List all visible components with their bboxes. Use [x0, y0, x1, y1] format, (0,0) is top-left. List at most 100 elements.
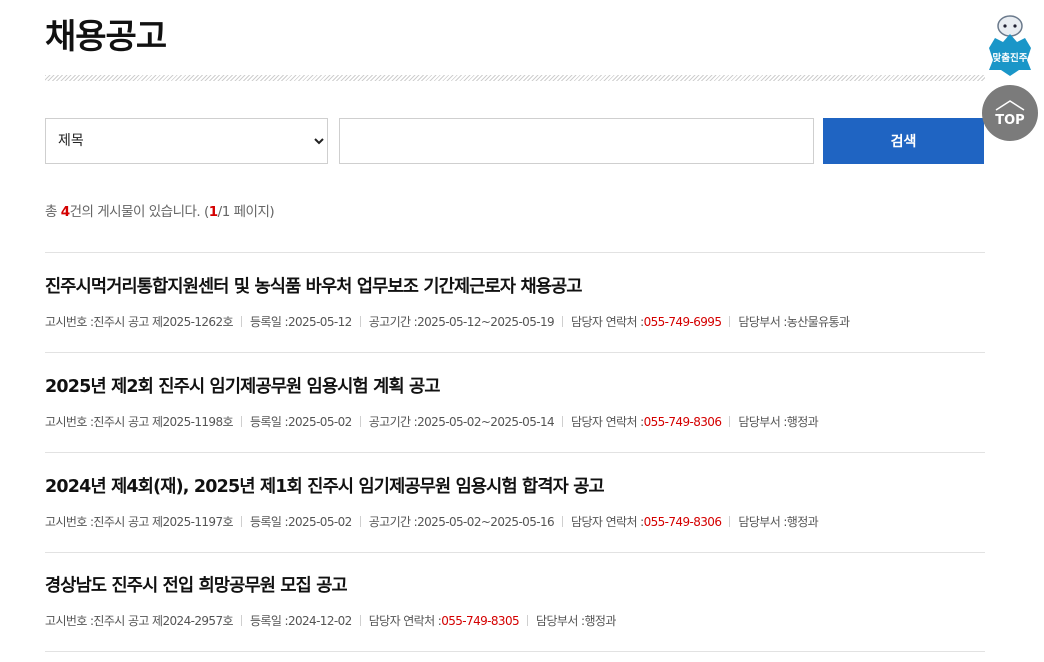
- title-divider: [45, 75, 985, 81]
- meta-divider: [562, 516, 564, 527]
- meta-divider: [240, 615, 242, 626]
- meta-label: 등록일 :: [249, 515, 289, 529]
- meta-notice-no: 고시번호 : 진주시 공고 제2025-1197호: [45, 513, 234, 530]
- mascot-badge-graphic: 맞춤진주: [989, 15, 1031, 76]
- meta-value: 2024-12-02: [287, 613, 352, 628]
- post-meta: 고시번호 : 진주시 공고 제2024-2957호 등록일 : 2024-12-…: [45, 612, 616, 629]
- page: 채용공고 제목 검색 총 4건의 게시물이 있습니다. (1/1 페이지) 진주…: [0, 0, 1044, 662]
- meta-registered: 등록일 : 2025-05-02: [250, 413, 352, 430]
- badge-label: 맞춤진주: [993, 52, 1028, 64]
- list-item: 경상남도 진주시 전입 희망공무원 모집 공고 고시번호 : 진주시 공고 제2…: [45, 552, 985, 652]
- meta-value: 진주시 공고 제2025-1262호: [93, 315, 233, 329]
- meta-value: 2025-05-02~2025-05-16: [417, 514, 555, 529]
- meta-label: 공고기간 :: [368, 415, 418, 429]
- meta-contact: 담당자 연락처 : 055-749-6995: [571, 313, 722, 330]
- meta-divider: [729, 316, 731, 327]
- meta-department: 담당부서 : 농산물유통과: [738, 313, 850, 330]
- page-tail: /1 페이지): [217, 204, 275, 220]
- meta-department: 담당부서 : 행정과: [536, 612, 616, 629]
- meta-label: 공고기간 :: [368, 315, 418, 329]
- meta-value: 진주시 공고 제2025-1198호: [93, 415, 233, 429]
- post-title-link[interactable]: 2025년 제2회 진주시 임기제공무원 임용시험 계획 공고: [45, 373, 440, 398]
- meta-label: 담당자 연락처 :: [571, 515, 644, 529]
- meta-divider: [240, 316, 242, 327]
- meta-value: 농산물유통과: [786, 315, 850, 329]
- list-item: 진주시먹거리통합지원센터 및 농식품 바우처 업무보조 기간제근로자 채용공고 …: [45, 253, 985, 353]
- meta-notice-no: 고시번호 : 진주시 공고 제2025-1262호: [45, 313, 234, 330]
- mascot-badge-icon[interactable]: 맞춤진주: [983, 14, 1037, 78]
- meta-divider: [359, 316, 361, 327]
- meta-contact: 담당자 연락처 : 055-749-8306: [571, 513, 722, 530]
- post-title-link[interactable]: 2024년 제4회(재), 2025년 제1회 진주시 임기제공무원 임용시험 …: [45, 473, 605, 498]
- meta-period: 공고기간 : 2025-05-02~2025-05-14: [368, 413, 555, 430]
- meta-divider: [562, 416, 564, 427]
- meta-label: 담당부서 :: [738, 415, 787, 429]
- meta-divider: [359, 516, 361, 527]
- meta-label: 담당자 연락처 :: [368, 614, 442, 628]
- meta-registered: 등록일 : 2025-05-12: [250, 313, 352, 330]
- meta-divider: [359, 416, 361, 427]
- contact-phone: 055-749-8305: [441, 613, 520, 628]
- chevron-up-icon: [995, 99, 1025, 111]
- count-suffix: 건의 게시물이 있습니다. (: [69, 204, 210, 220]
- scroll-top-button[interactable]: TOP: [982, 85, 1038, 141]
- search-field-select[interactable]: 제목: [45, 118, 328, 164]
- meta-department: 담당부서 : 행정과: [738, 513, 818, 530]
- search-input[interactable]: [339, 118, 814, 164]
- meta-value: 2025-05-02: [287, 414, 352, 429]
- meta-divider: [240, 516, 242, 527]
- post-meta: 고시번호 : 진주시 공고 제2025-1197호 등록일 : 2025-05-…: [45, 513, 819, 530]
- meta-value: 2025-05-02: [287, 514, 352, 529]
- meta-value: 진주시 공고 제2025-1197호: [93, 515, 233, 529]
- list-item: 2024년 제4회(재), 2025년 제1회 진주시 임기제공무원 임용시험 …: [45, 453, 985, 553]
- meta-value: 행정과: [786, 415, 819, 429]
- meta-contact: 담당자 연락처 : 055-749-8305: [368, 612, 520, 629]
- meta-label: 고시번호 :: [45, 315, 94, 329]
- meta-value: 행정과: [786, 515, 819, 529]
- count-total: 4: [60, 204, 70, 220]
- contact-phone: 055-749-8306: [643, 414, 722, 429]
- post-meta: 고시번호 : 진주시 공고 제2025-1262호 등록일 : 2025-05-…: [45, 313, 850, 330]
- meta-value: 2025-05-12: [287, 314, 352, 329]
- meta-label: 담당자 연락처 :: [571, 315, 644, 329]
- meta-value: 2025-05-02~2025-05-14: [417, 414, 555, 429]
- result-count: 총 4건의 게시물이 있습니다. (1/1 페이지): [45, 200, 275, 220]
- post-meta: 고시번호 : 진주시 공고 제2025-1198호 등록일 : 2025-05-…: [45, 413, 819, 430]
- meta-label: 등록일 :: [249, 415, 289, 429]
- meta-period: 공고기간 : 2025-05-12~2025-05-19: [368, 313, 555, 330]
- post-title-link[interactable]: 진주시먹거리통합지원센터 및 농식품 바우처 업무보조 기간제근로자 채용공고: [45, 273, 582, 298]
- contact-phone: 055-749-6995: [643, 314, 722, 329]
- meta-label: 담당부서 :: [738, 315, 787, 329]
- meta-divider: [729, 416, 731, 427]
- meta-label: 등록일 :: [249, 614, 289, 628]
- meta-period: 공고기간 : 2025-05-02~2025-05-16: [368, 513, 555, 530]
- contact-phone: 055-749-8306: [643, 514, 722, 529]
- meta-department: 담당부서 : 행정과: [738, 413, 818, 430]
- current-page: 1: [208, 204, 218, 220]
- meta-divider: [359, 615, 361, 626]
- page-title: 채용공고: [45, 17, 167, 57]
- meta-label: 담당부서 :: [738, 515, 787, 529]
- meta-label: 고시번호 :: [45, 515, 94, 529]
- meta-value: 행정과: [584, 614, 616, 628]
- meta-registered: 등록일 : 2024-12-02: [250, 612, 352, 629]
- meta-divider: [729, 516, 731, 527]
- meta-label: 고시번호 :: [45, 415, 94, 429]
- meta-label: 담당부서 :: [536, 614, 585, 628]
- search-button[interactable]: 검색: [823, 118, 984, 164]
- meta-label: 공고기간 :: [368, 515, 418, 529]
- meta-label: 고시번호 :: [45, 614, 94, 628]
- meta-notice-no: 고시번호 : 진주시 공고 제2025-1198호: [45, 413, 234, 430]
- meta-divider: [562, 316, 564, 327]
- post-title-link[interactable]: 경상남도 진주시 전입 희망공무원 모집 공고: [45, 572, 348, 597]
- meta-divider: [527, 615, 529, 626]
- list-item: 2025년 제2회 진주시 임기제공무원 임용시험 계획 공고 고시번호 : 진…: [45, 353, 985, 453]
- meta-divider: [240, 416, 242, 427]
- meta-value: 진주시 공고 제2024-2957호: [93, 614, 233, 628]
- meta-value: 2025-05-12~2025-05-19: [417, 314, 555, 329]
- meta-label: 등록일 :: [249, 315, 289, 329]
- top-label: TOP: [995, 112, 1025, 128]
- meta-contact: 담당자 연락처 : 055-749-8306: [571, 413, 722, 430]
- meta-label: 담당자 연락처 :: [571, 415, 644, 429]
- meta-notice-no: 고시번호 : 진주시 공고 제2024-2957호: [45, 612, 234, 629]
